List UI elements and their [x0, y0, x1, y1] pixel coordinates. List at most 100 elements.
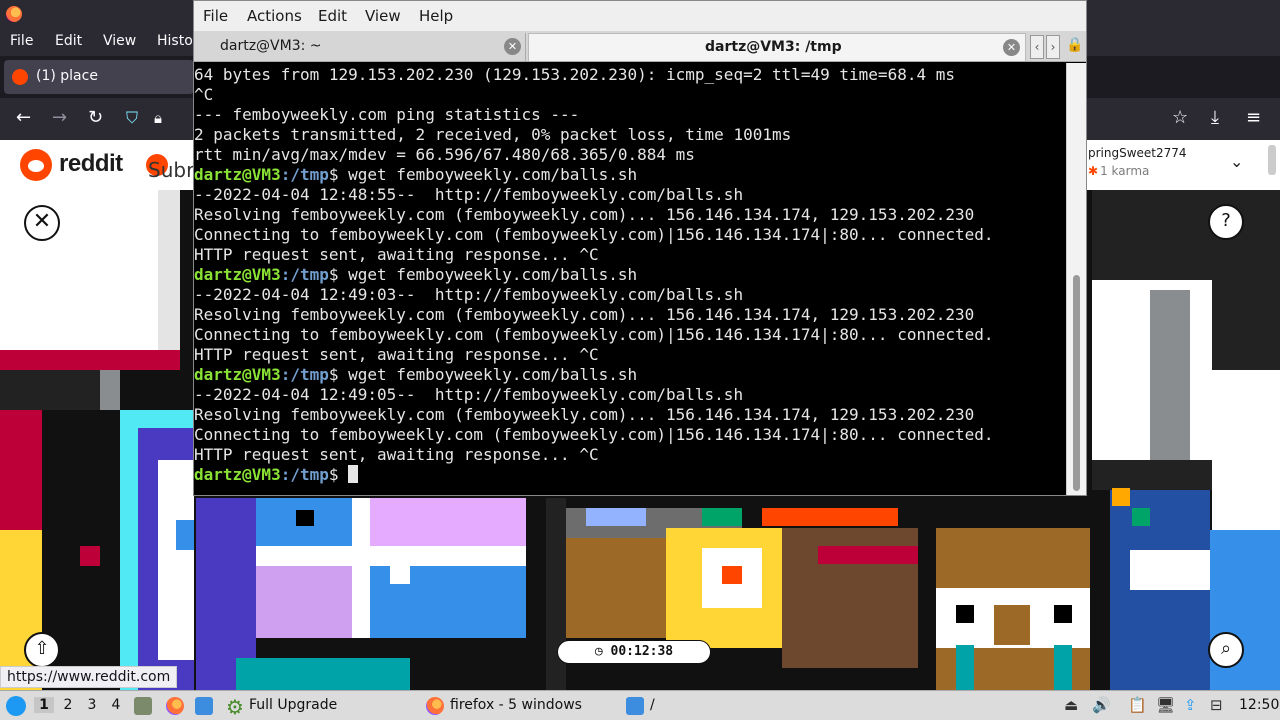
terminal-output-line: Connecting to femboyweekly.com (femboywe… [194, 325, 994, 344]
term-menu-actions[interactable]: Actions [247, 7, 302, 25]
drive-icon[interactable]: ⏏ [1064, 696, 1078, 714]
prompt-suffix: $ [328, 165, 349, 184]
subreddit-title: Subr [148, 158, 195, 182]
firefox-task-icon[interactable] [426, 697, 444, 715]
terminal-scrollbar[interactable] [1066, 63, 1086, 495]
reddit-wordmark[interactable]: reddit [59, 150, 123, 178]
hamburger-menu-icon[interactable]: ≡ [1246, 107, 1261, 128]
user-name[interactable]: pringSweet2774 [1088, 146, 1187, 160]
forward-arrow-icon[interactable]: → [52, 107, 67, 129]
terminal-output-line: rtt min/avg/max/mdev = 66.596/67.480/68.… [194, 145, 695, 164]
network-icon[interactable]: ⊟ [1210, 696, 1223, 714]
ff-menu-view[interactable]: View [103, 33, 136, 49]
bookmark-star-icon[interactable]: ☆ [1172, 107, 1188, 128]
command-text: wget femboyweekly.com/balls.sh [348, 265, 638, 284]
terminal-tab-label: dartz@VM3: /tmp [705, 39, 842, 55]
terminal-tab-home[interactable]: dartz@VM3: ~ ✕ [196, 33, 526, 61]
downloads-icon[interactable]: ⤓ [1211, 107, 1219, 128]
volume-icon[interactable]: 🔊 [1092, 696, 1111, 714]
term-menu-file[interactable]: File [203, 7, 228, 25]
reddit-favicon-icon [12, 69, 28, 85]
terminal-output-line: 64 bytes from 129.153.202.230 (129.153.2… [194, 65, 955, 84]
clock-icon: ◷ [594, 644, 611, 659]
status-url: https://www.reddit.com [0, 666, 178, 688]
share-icon[interactable]: ⇧ [24, 632, 60, 668]
workspace-2[interactable]: 2 [58, 697, 78, 713]
terminal-output-line: Resolving femboyweekly.com (femboyweekly… [194, 305, 975, 324]
close-tab-icon[interactable]: ✕ [504, 38, 521, 55]
shield-icon[interactable]: ⛉ [126, 107, 138, 129]
terminal-output-line: --2022-04-04 12:49:05-- http://femboywee… [194, 385, 744, 404]
task-firefox[interactable]: firefox - 5 windows [450, 697, 582, 713]
help-icon[interactable]: ? [1208, 204, 1244, 240]
clipboard-icon[interactable]: 📋 [1128, 696, 1147, 714]
prompt-path: :/tmp [280, 265, 329, 284]
clock[interactable]: 12:50 [1239, 697, 1279, 713]
ff-tab-place[interactable]: (1) place [4, 60, 194, 94]
terminal-tabbar: dartz@VM3: ~ ✕ dartz@VM3: /tmp ✕ ‹ › 🔒 [194, 31, 1086, 62]
terminal-cursor [348, 465, 359, 483]
prompt-suffix: $ [328, 365, 349, 384]
zoom-search-icon[interactable]: ⌕ [1208, 632, 1244, 668]
gear-icon[interactable]: ⚙ [226, 695, 244, 719]
chevron-left-icon[interactable]: ‹ [1030, 35, 1044, 59]
terminal-output-line: Resolving femboyweekly.com (femboyweekly… [194, 405, 975, 424]
files-launcher-icon[interactable] [195, 697, 213, 715]
ff-menu-file[interactable]: File [10, 33, 33, 49]
command-text: wget femboyweekly.com/balls.sh [348, 165, 638, 184]
terminal-command-line: dartz@VM3:/tmp$ [194, 465, 1064, 485]
cooldown-timer: ◷ 00:12:38 [557, 640, 711, 664]
terminal-output-line: HTTP request sent, awaiting response... … [194, 245, 599, 264]
terminal-output-line: Connecting to femboyweekly.com (femboywe… [194, 225, 994, 244]
terminal-output-line: Connecting to femboyweekly.com (femboywe… [194, 425, 994, 444]
chevron-down-icon[interactable]: ⌄ [1230, 152, 1243, 171]
taskbar: 1 2 3 4 ⚙ Full Upgrade firefox - 5 windo… [0, 690, 1280, 720]
terminal-menubar: File Actions Edit View Help [194, 1, 1086, 31]
prompt-user: dartz@VM3 [194, 265, 281, 284]
prompt-suffix: $ [328, 465, 349, 484]
terminal-scroll-thumb[interactable] [1073, 275, 1080, 491]
terminal-tab-label: dartz@VM3: ~ [220, 38, 322, 54]
prompt-path: :/tmp [280, 365, 329, 384]
terminal-launcher-icon[interactable] [134, 697, 152, 715]
terminal-output-line: 2 packets transmitted, 2 received, 0% pa… [194, 125, 792, 144]
start-menu-icon[interactable] [6, 696, 26, 716]
prompt-path: :/tmp [280, 165, 329, 184]
updates-icon[interactable]: ⇪ [1184, 696, 1197, 714]
prompt-suffix: $ [328, 265, 349, 284]
folder-icon[interactable] [626, 697, 644, 715]
terminal-command-line: dartz@VM3:/tmp$ wget femboyweekly.com/ba… [194, 165, 1064, 185]
timer-value: 00:12:38 [610, 644, 674, 659]
reload-icon[interactable]: ↻ [88, 107, 103, 129]
terminal-output-line: --- femboyweekly.com ping statistics --- [194, 105, 580, 124]
terminal-output-line: --2022-04-04 12:49:03-- http://femboywee… [194, 285, 744, 304]
workspace-4[interactable]: 4 [106, 697, 126, 713]
term-menu-edit[interactable]: Edit [318, 7, 347, 25]
reddit-logo-icon[interactable] [20, 149, 52, 181]
user-karma: 1 karma [1088, 164, 1149, 178]
page-scrollbar[interactable] [1268, 145, 1276, 175]
back-arrow-icon[interactable]: ← [16, 107, 31, 129]
task-folder[interactable]: / [650, 697, 655, 713]
display-icon[interactable]: 🖥 [1156, 696, 1175, 714]
padlock-icon[interactable]: 🔒︎ [154, 107, 162, 129]
command-text: wget femboyweekly.com/balls.sh [348, 365, 638, 384]
terminal-output-line: HTTP request sent, awaiting response... … [194, 345, 599, 364]
term-menu-help[interactable]: Help [419, 7, 453, 25]
workspace-3[interactable]: 3 [82, 697, 102, 713]
workspace-1[interactable]: 1 [34, 697, 54, 713]
ff-menu-edit[interactable]: Edit [55, 33, 82, 49]
terminal-tab-tmp[interactable]: dartz@VM3: /tmp ✕ [528, 33, 1026, 61]
chevron-right-icon[interactable]: › [1046, 35, 1060, 59]
ff-menu-history[interactable]: Histo [157, 33, 193, 49]
prompt-path: :/tmp [280, 465, 329, 484]
term-menu-view[interactable]: View [365, 7, 401, 25]
close-tab-icon[interactable]: ✕ [1003, 39, 1020, 56]
terminal-output-line: ^C [194, 85, 214, 104]
task-full-upgrade[interactable]: Full Upgrade [249, 697, 337, 713]
lock-icon[interactable]: 🔒 [1066, 37, 1083, 53]
terminal-output-line: Resolving femboyweekly.com (femboyweekly… [194, 205, 975, 224]
firefox-launcher-icon[interactable] [166, 697, 184, 715]
terminal-output[interactable]: 64 bytes from 129.153.202.230 (129.153.2… [194, 63, 1064, 495]
close-icon[interactable]: ✕ [24, 205, 60, 241]
